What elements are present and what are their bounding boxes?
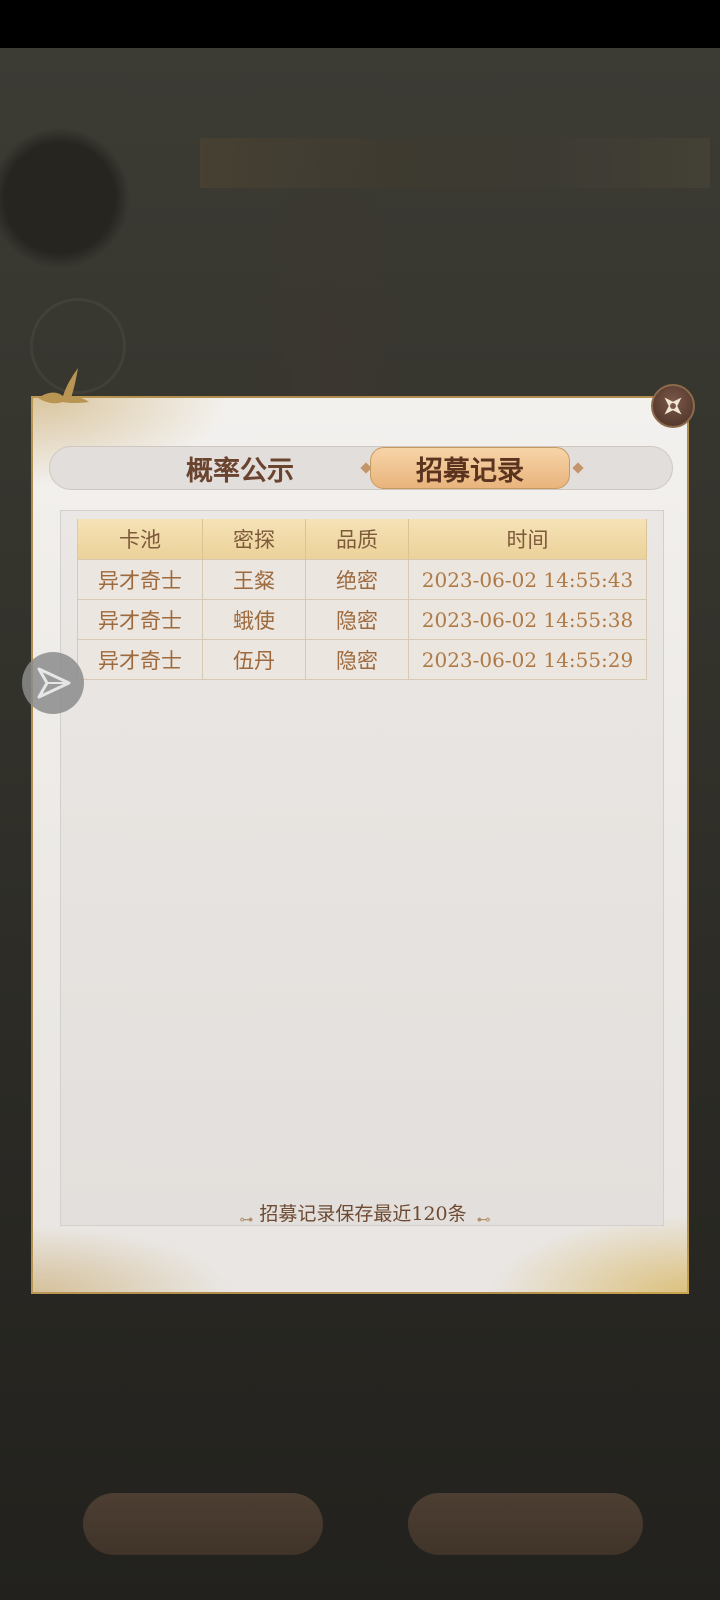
background-banner	[200, 138, 710, 188]
cell-time: 2023-06-02 14:55:29	[408, 639, 647, 680]
header-agent: 密探	[202, 519, 306, 560]
footer-decoration-left: ⊶	[239, 1212, 254, 1228]
corner-decoration-bottom-right	[489, 1214, 689, 1294]
tab-bar: 概率公示 招募记录	[49, 446, 673, 490]
cell-pool: 异才奇士	[77, 559, 203, 600]
tab-decoration-right	[572, 462, 584, 474]
header-time: 时间	[408, 519, 647, 560]
cell-quality: 绝密	[305, 559, 409, 600]
tab-probability[interactable]: 概率公示	[140, 447, 340, 489]
background-button-right	[408, 1493, 643, 1555]
recruit-dialog: 概率公示 招募记录 卡池 密探 品质 时间 异才奇士 王粲 绝密 2023-06…	[31, 368, 689, 1294]
footer-note: ⊶ 招募记录保存最近120条 ⊷	[61, 1199, 665, 1228]
play-triangle-icon	[37, 667, 71, 699]
cell-time: 2023-06-02 14:55:38	[408, 599, 647, 640]
cell-quality: 隐密	[305, 639, 409, 680]
cell-agent: 伍丹	[202, 639, 306, 680]
records-panel: 卡池 密探 品质 时间 异才奇士 王粲 绝密 2023-06-02 14:55:…	[60, 510, 665, 1228]
close-button[interactable]	[651, 384, 695, 428]
table-row: 异才奇士 蛾使 隐密 2023-06-02 14:55:38	[77, 599, 647, 640]
close-icon	[664, 397, 682, 415]
cell-agent: 王粲	[202, 559, 306, 600]
floating-assist-button[interactable]	[22, 652, 84, 714]
background-logo	[0, 108, 160, 278]
records-table: 卡池 密探 品质 时间 异才奇士 王粲 绝密 2023-06-02 14:55:…	[77, 519, 647, 680]
cell-quality: 隐密	[305, 599, 409, 640]
cell-pool: 异才奇士	[77, 639, 203, 680]
footer-note-text: 招募记录保存最近120条	[259, 1203, 467, 1225]
background-button-left	[83, 1493, 323, 1555]
table-row: 异才奇士 王粲 绝密 2023-06-02 14:55:43	[77, 559, 647, 600]
status-bar	[0, 0, 720, 48]
corner-decoration-bottom-left	[31, 1224, 231, 1294]
cell-agent: 蛾使	[202, 599, 306, 640]
header-pool: 卡池	[77, 519, 203, 560]
tab-recruit-records[interactable]: 招募记录	[370, 447, 570, 489]
cell-time: 2023-06-02 14:55:43	[408, 559, 647, 600]
header-quality: 品质	[305, 519, 409, 560]
bird-icon	[38, 368, 89, 404]
table-row: 异才奇士 伍丹 隐密 2023-06-02 14:55:29	[77, 639, 647, 680]
cell-pool: 异才奇士	[77, 599, 203, 640]
table-header-row: 卡池 密探 品质 时间	[77, 519, 647, 560]
footer-decoration-right: ⊷	[476, 1212, 491, 1228]
